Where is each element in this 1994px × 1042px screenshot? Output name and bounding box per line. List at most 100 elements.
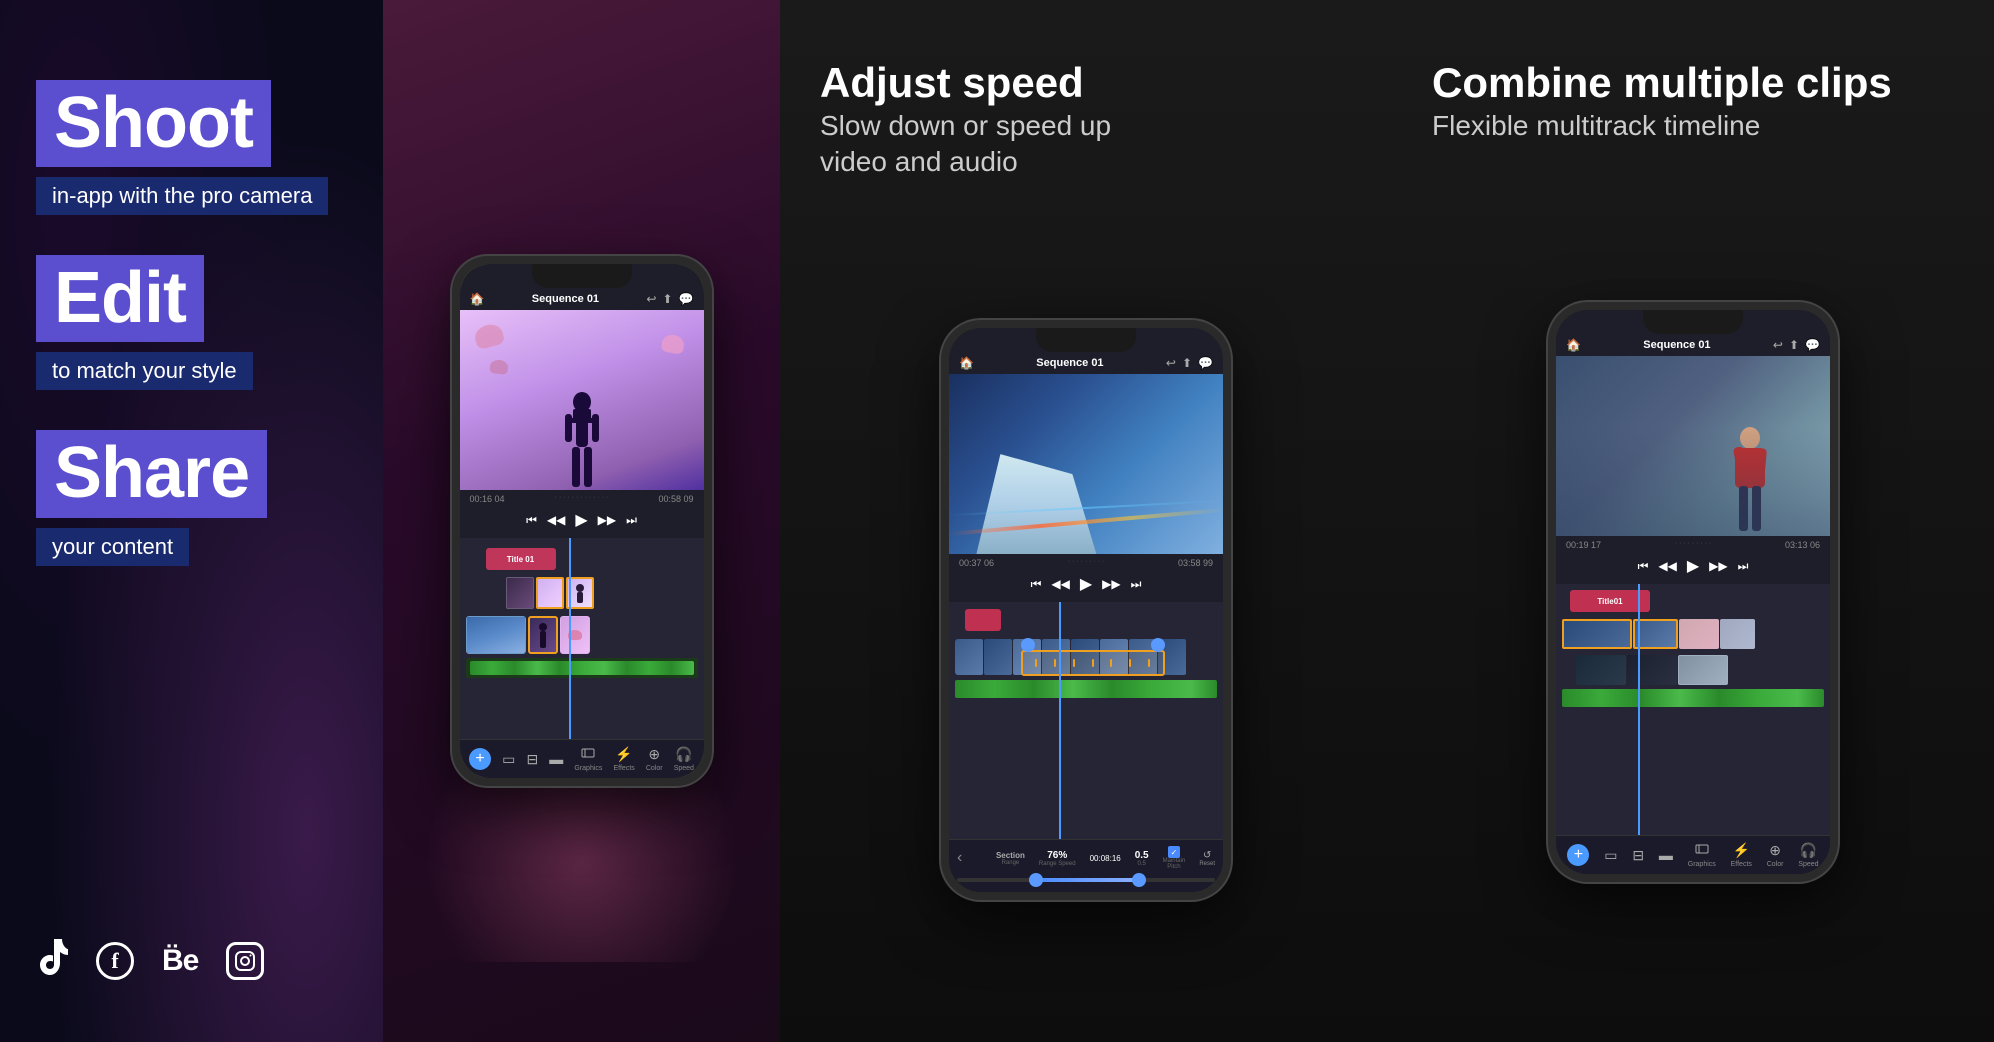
effects-button[interactable]: ⚡ Effects bbox=[614, 746, 635, 772]
color-button[interactable]: ⊕ Color bbox=[646, 746, 663, 772]
header-actions-3: ↩ ⬆ 💬 bbox=[1166, 356, 1213, 370]
main-video-track bbox=[466, 614, 698, 656]
skip-start-3[interactable]: ⏮ bbox=[1031, 577, 1042, 592]
panel-timeline: 🏠 Sequence 01 ↩ ⬆ 💬 bbox=[383, 0, 780, 1042]
title-track-row: Title 01 bbox=[466, 546, 698, 572]
comment-icon-4[interactable]: 💬 bbox=[1805, 338, 1820, 352]
export-icon-4[interactable]: ⬆ bbox=[1789, 338, 1799, 352]
slider-left-thumb[interactable] bbox=[1029, 873, 1043, 887]
panel-3-text: Adjust speed Slow down or speed up video… bbox=[780, 30, 1392, 178]
clip-light-1[interactable] bbox=[1678, 655, 1728, 685]
frame-2 bbox=[984, 639, 1012, 675]
playback-controls-4: ⏮ ◀◀ ▶ ▶▶ ⏭ bbox=[1566, 552, 1820, 580]
effects-button-4[interactable]: ⚡ Effects bbox=[1731, 842, 1752, 868]
add-icon[interactable]: + bbox=[469, 748, 491, 770]
phone-mockup-4: 🏠 Sequence 01 ↩ ⬆ 💬 bbox=[1548, 302, 1838, 882]
play-icon[interactable]: ▶ bbox=[575, 510, 587, 530]
effects-label-4: Effects bbox=[1731, 861, 1752, 868]
title-block-3[interactable] bbox=[965, 609, 1001, 631]
add-button-4[interactable]: + bbox=[1567, 844, 1589, 866]
skip-to-end-icon[interactable]: ⏭ bbox=[626, 513, 637, 528]
instagram-icon[interactable] bbox=[226, 942, 264, 980]
clip-city-1[interactable] bbox=[1562, 619, 1632, 649]
skip-end-4[interactable]: ⏭ bbox=[1738, 559, 1749, 574]
clip-thumb-2[interactable] bbox=[536, 577, 564, 609]
ff-4[interactable]: ▶▶ bbox=[1709, 559, 1727, 573]
clip-silhouette[interactable] bbox=[528, 616, 558, 654]
audio-button-4[interactable]: ▬ bbox=[1659, 847, 1673, 863]
undo-icon-4[interactable]: ↩ bbox=[1773, 338, 1783, 352]
audio-icon: ▬ bbox=[549, 751, 563, 767]
total-duration: 00:58 09 bbox=[658, 494, 693, 504]
skip-to-start-icon[interactable]: ⏮ bbox=[526, 513, 537, 528]
color-label: Color bbox=[646, 765, 663, 772]
audio-waveform-3 bbox=[955, 680, 1217, 698]
rewind-icon[interactable]: ◀◀ bbox=[547, 513, 565, 527]
video-preview-3 bbox=[949, 374, 1223, 554]
speed-handle-right[interactable] bbox=[1151, 638, 1165, 652]
audio-track-3 bbox=[955, 680, 1217, 698]
trim-icon: ▭ bbox=[502, 751, 515, 768]
ff-3[interactable]: ▶▶ bbox=[1102, 577, 1120, 591]
hero-content: Shoot in-app with the pro camera Edit to… bbox=[36, 60, 347, 939]
trim-button-4[interactable]: ▭ bbox=[1604, 847, 1617, 864]
time-display-4: 00:19 17 · · · · · · · · · 03:13 06 bbox=[1566, 540, 1820, 550]
tiktok-icon[interactable] bbox=[36, 939, 68, 982]
clip-thumb-1[interactable] bbox=[506, 577, 534, 609]
back-arrow[interactable]: ‹ bbox=[957, 849, 962, 867]
audio-button[interactable]: ▬ bbox=[549, 751, 563, 767]
section-group: Section Range bbox=[996, 851, 1025, 866]
clip-city[interactable] bbox=[466, 616, 526, 654]
speed-button-4[interactable]: 🎧 Speed bbox=[1798, 842, 1818, 868]
export-icon-3[interactable]: ⬆ bbox=[1182, 356, 1192, 370]
rewind-4[interactable]: ◀◀ bbox=[1658, 559, 1676, 573]
title-clip[interactable]: Title 01 bbox=[486, 548, 556, 570]
speed-params: Section Range 76% Range Speed 00:08:16 bbox=[996, 846, 1215, 870]
panel-3-title-light1: Slow down or speed up bbox=[820, 110, 1352, 142]
facebook-icon[interactable]: f bbox=[96, 942, 134, 980]
person-silhouette bbox=[562, 390, 602, 490]
clip-dark-1[interactable] bbox=[1576, 655, 1626, 685]
comment-icon[interactable]: 💬 bbox=[679, 292, 694, 306]
play-3[interactable]: ▶ bbox=[1080, 574, 1092, 594]
behance-icon[interactable]: B̈e bbox=[162, 944, 198, 978]
share-sub: your content bbox=[36, 528, 189, 566]
split-button[interactable]: ⊟ bbox=[526, 751, 538, 768]
graphics-button[interactable]: Graphics bbox=[574, 746, 602, 772]
color-button-4[interactable]: ⊕ Color bbox=[1767, 842, 1784, 868]
clip-3[interactable] bbox=[1679, 619, 1719, 649]
video-track-small bbox=[466, 574, 698, 612]
skip-start-4[interactable]: ⏮ bbox=[1638, 559, 1649, 574]
slider-right-thumb[interactable] bbox=[1132, 873, 1146, 887]
split-button-4[interactable]: ⊟ bbox=[1632, 847, 1644, 864]
fast-forward-icon[interactable]: ▶▶ bbox=[598, 513, 616, 527]
home-icon-3: 🏠 bbox=[959, 356, 974, 370]
rewind-3[interactable]: ◀◀ bbox=[1051, 577, 1069, 591]
graphics-label-4: Graphics bbox=[1688, 861, 1716, 868]
speed-slider-track[interactable] bbox=[957, 878, 1215, 882]
undo-icon-3[interactable]: ↩ bbox=[1166, 356, 1176, 370]
current-time-3: 00:37 06 bbox=[959, 558, 994, 568]
add-icon-4[interactable]: + bbox=[1567, 844, 1589, 866]
trim-button[interactable]: ▭ bbox=[502, 751, 515, 768]
export-icon[interactable]: ⬆ bbox=[662, 292, 672, 306]
add-button[interactable]: + bbox=[469, 748, 491, 770]
audio-waveform-4 bbox=[1562, 689, 1824, 707]
clip-jellyfish[interactable] bbox=[560, 616, 590, 654]
home-icon-4: 🏠 bbox=[1566, 338, 1581, 352]
undo-icon[interactable]: ↩ bbox=[646, 292, 656, 306]
speed-icon-4: 🎧 bbox=[1800, 842, 1817, 859]
reset-label[interactable]: Reset bbox=[1199, 861, 1215, 867]
speed-handle-left[interactable] bbox=[1021, 638, 1035, 652]
panel-3-inner: Adjust speed Slow down or speed up video… bbox=[780, 30, 1392, 1042]
comment-icon-3[interactable]: 💬 bbox=[1198, 356, 1213, 370]
speed-button[interactable]: 🎧 Speed bbox=[674, 746, 694, 772]
skip-end-3[interactable]: ⏭ bbox=[1131, 577, 1142, 592]
play-4[interactable]: ▶ bbox=[1687, 556, 1699, 576]
phone-notch-4 bbox=[1643, 310, 1743, 334]
maintain-pitch-checkbox[interactable]: ✓ bbox=[1168, 846, 1180, 858]
clip-dark-2[interactable] bbox=[1627, 655, 1677, 685]
phone-notch bbox=[532, 264, 632, 288]
graphics-button-4[interactable]: Graphics bbox=[1688, 842, 1716, 868]
clip-4[interactable] bbox=[1720, 619, 1755, 649]
